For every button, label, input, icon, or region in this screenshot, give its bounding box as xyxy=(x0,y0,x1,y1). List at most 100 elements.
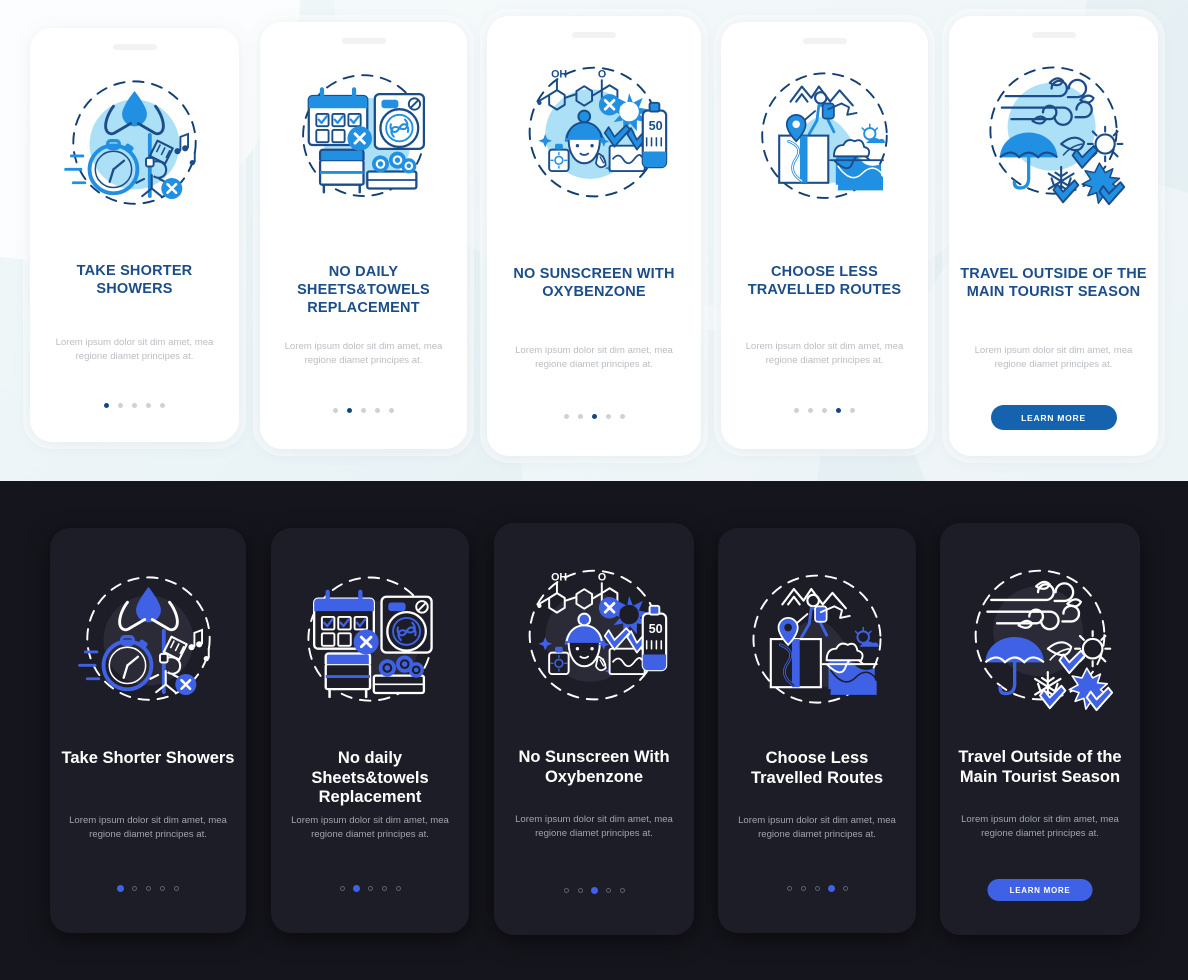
card-description: Lorem ipsum dolor sit dim amet, mea regi… xyxy=(515,814,673,839)
card-description: Lorem ipsum dolor sit dim amet, mea regi… xyxy=(515,345,673,370)
onboarding-card-3[interactable]: OH O xyxy=(494,523,694,935)
pagination-dots xyxy=(721,408,928,413)
onboarding-card-2[interactable]: No daily Sheets&towels Replacement Lorem… xyxy=(271,528,469,933)
phone-speaker-notch xyxy=(1031,32,1076,38)
pagination-dot[interactable] xyxy=(173,886,179,891)
pagination-dot[interactable] xyxy=(577,888,583,893)
pagination-dot[interactable] xyxy=(367,886,373,891)
pagination-dot[interactable] xyxy=(605,888,611,893)
card-title: TRAVEL OUTSIDE OF THE MAIN TOURIST SEASO… xyxy=(960,266,1147,300)
pagination-dot[interactable] xyxy=(361,408,366,413)
card-title: No Sunscreen With Oxybenzone xyxy=(518,748,670,786)
card-title: Take Shorter Showers xyxy=(61,749,235,767)
card-title: Choose Less Travelled Routes xyxy=(750,749,884,787)
onboarding-card-4[interactable]: Choose Less Travelled Routes Lorem ipsum… xyxy=(718,528,916,933)
pagination-dot[interactable] xyxy=(118,403,123,408)
pagination-dot[interactable] xyxy=(591,888,597,893)
phone-speaker-notch xyxy=(112,44,157,50)
pagination-dot[interactable] xyxy=(395,886,401,891)
card-description: Lorem ipsum dolor sit dim amet, mea regi… xyxy=(961,814,1119,839)
pagination-dots xyxy=(30,403,239,408)
pagination-dot[interactable] xyxy=(145,886,151,891)
pagination-dot[interactable] xyxy=(347,408,352,413)
pagination-dot[interactable] xyxy=(563,888,569,893)
laundry-calendar-icon xyxy=(271,564,469,718)
onboarding-card-3[interactable]: OH O xyxy=(487,16,701,456)
pagination-dot[interactable] xyxy=(333,408,338,413)
svg-text:O: O xyxy=(598,571,606,583)
pagination-dots xyxy=(271,886,469,891)
pagination-dot[interactable] xyxy=(786,886,792,891)
pagination-dot[interactable] xyxy=(104,403,109,408)
pagination-dot[interactable] xyxy=(836,408,841,413)
pagination-dot[interactable] xyxy=(160,403,165,408)
pagination-dot[interactable] xyxy=(605,414,611,419)
card-description: Lorem ipsum dolor sit dim amet, mea regi… xyxy=(284,341,443,366)
pagination-dot[interactable] xyxy=(591,414,597,419)
pagination-dot[interactable] xyxy=(850,408,855,413)
pagination-dot[interactable] xyxy=(375,408,380,413)
card-description: Lorem ipsum dolor sit dim amet, mea regi… xyxy=(69,815,227,840)
pagination-dot[interactable] xyxy=(131,886,137,891)
card-title: Travel Outside of the Main Tourist Seaso… xyxy=(958,748,1122,786)
pagination-dots xyxy=(50,886,246,891)
pagination-dot[interactable] xyxy=(159,886,165,891)
shower-timer-icon xyxy=(30,68,239,221)
light-theme-section: TAKE SHORTER SHOWERS Lorem ipsum dolor s… xyxy=(0,0,1188,481)
pagination-dots xyxy=(260,408,467,413)
card-description: Lorem ipsum dolor sit dim amet, mea regi… xyxy=(974,345,1133,370)
hiking-map-route-icon xyxy=(721,62,928,213)
card-title: CHOOSE LESS TRAVELLED ROUTES xyxy=(747,264,902,298)
onboarding-card-1[interactable]: Take Shorter Showers Lorem ipsum dolor s… xyxy=(50,528,246,933)
phone-speaker-notch xyxy=(802,38,847,44)
card-description: Lorem ipsum dolor sit dim amet, mea regi… xyxy=(291,815,449,840)
svg-text:O: O xyxy=(598,68,606,80)
svg-text:50: 50 xyxy=(649,119,663,133)
pagination-dot[interactable] xyxy=(822,408,827,413)
pagination-dots xyxy=(494,888,694,893)
onboarding-card-4[interactable]: CHOOSE LESS TRAVELLED ROUTES Lorem ipsum… xyxy=(721,22,928,449)
onboarding-card-5[interactable]: TRAVEL OUTSIDE OF THE MAIN TOURIST SEASO… xyxy=(949,16,1158,456)
card-title: NO DAILY SHEETS&TOWELS REPLACEMENT xyxy=(297,264,430,316)
pagination-dots xyxy=(487,414,701,419)
hiking-map-route-icon xyxy=(718,564,916,718)
pagination-dot[interactable] xyxy=(146,403,151,408)
pagination-dot[interactable] xyxy=(577,414,583,419)
pagination-dot[interactable] xyxy=(814,886,820,891)
card-title: No daily Sheets&towels Replacement xyxy=(311,749,429,806)
sunscreen-oxybenzone-icon: OH O 50 xyxy=(494,559,694,715)
pagination-dots xyxy=(718,886,916,891)
onboarding-screens-mockup: TAKE SHORTER SHOWERS Lorem ipsum dolor s… xyxy=(0,0,1188,980)
laundry-calendar-icon xyxy=(260,62,467,213)
four-seasons-umbrella-icon xyxy=(940,559,1140,715)
card-description: Lorem ipsum dolor sit dim amet, mea regi… xyxy=(738,815,896,840)
card-title: NO SUNSCREEN WITH OXYBENZONE xyxy=(513,266,675,300)
pagination-dot[interactable] xyxy=(828,886,834,891)
svg-text:OH: OH xyxy=(551,68,567,80)
pagination-dot[interactable] xyxy=(800,886,806,891)
pagination-dot[interactable] xyxy=(563,414,569,419)
pagination-dot[interactable] xyxy=(117,886,123,891)
onboarding-card-5[interactable]: Travel Outside of the Main Tourist Seaso… xyxy=(940,523,1140,935)
svg-text:50: 50 xyxy=(649,622,663,636)
learn-more-button[interactable]: LEARN MORE xyxy=(990,405,1117,430)
card-description: Lorem ipsum dolor sit dim amet, mea regi… xyxy=(745,341,904,366)
sunscreen-oxybenzone-icon: OH O 50 xyxy=(487,56,701,212)
pagination-dot[interactable] xyxy=(353,886,359,891)
pagination-dot[interactable] xyxy=(794,408,799,413)
phone-speaker-notch xyxy=(572,32,616,38)
onboarding-card-2[interactable]: NO DAILY SHEETS&TOWELS REPLACEMENT Lorem… xyxy=(260,22,467,449)
pagination-dot[interactable] xyxy=(381,886,387,891)
pagination-dot[interactable] xyxy=(808,408,813,413)
dark-theme-section: Take Shorter Showers Lorem ipsum dolor s… xyxy=(0,481,1188,980)
pagination-dot[interactable] xyxy=(619,414,625,419)
onboarding-card-1[interactable]: TAKE SHORTER SHOWERS Lorem ipsum dolor s… xyxy=(30,28,239,442)
pagination-dot[interactable] xyxy=(842,886,848,891)
pagination-dot[interactable] xyxy=(132,403,137,408)
pagination-dot[interactable] xyxy=(389,408,394,413)
pagination-dot[interactable] xyxy=(339,886,345,891)
pagination-dot[interactable] xyxy=(619,888,625,893)
svg-text:OH: OH xyxy=(551,571,567,583)
learn-more-button[interactable]: LEARN MORE xyxy=(987,879,1093,901)
card-title: TAKE SHORTER SHOWERS xyxy=(76,263,193,297)
